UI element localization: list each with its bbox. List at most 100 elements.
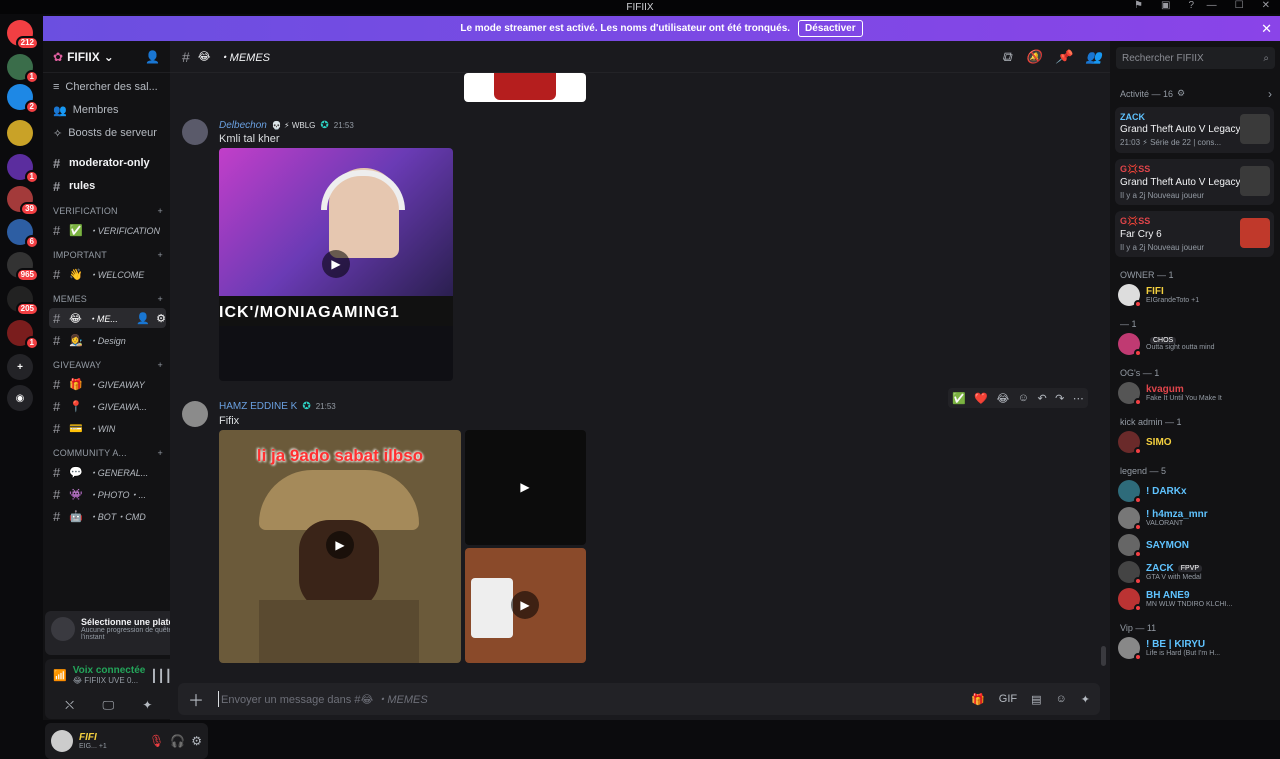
add-channel-icon[interactable]: + (158, 250, 163, 260)
channel-item[interactable]: # 💬 ・GENERAL... (49, 462, 166, 482)
voice-status[interactable]: Voix connectée (73, 665, 146, 676)
add-channel-icon[interactable]: + (158, 206, 163, 216)
threads-icon[interactable]: ⧉ (1002, 49, 1011, 65)
voice-channel[interactable]: 😂 FIFIIX UVE 0... (73, 676, 146, 685)
avatar[interactable] (51, 730, 73, 752)
disable-streamer-button[interactable]: Désactiver (798, 20, 863, 37)
invite-icon[interactable]: 👤 (145, 50, 160, 64)
add-channel-icon[interactable]: + (158, 448, 163, 458)
maximize-button[interactable]: ☐ (1235, 0, 1244, 11)
member-item[interactable]: FIFI EIGrandeToto +1 (1118, 282, 1278, 308)
play-icon[interactable]: ▶ (322, 250, 350, 278)
category-header[interactable]: COMMUNITY A... + (53, 448, 163, 458)
add-channel-icon[interactable]: + (158, 360, 163, 370)
add-attachment-icon[interactable]: ＋ (188, 687, 204, 711)
channel-item[interactable]: # 📍 ・GIVEAWA... (49, 396, 166, 416)
server-icon[interactable]: 1 (7, 154, 39, 184)
help-icon[interactable]: ? (1188, 0, 1194, 11)
reaction-action-icon[interactable]: ↶ (1037, 392, 1046, 405)
gear-icon[interactable]: ⚙ (1177, 88, 1185, 99)
explore-icon[interactable]: ◉ (7, 385, 33, 411)
inbox-icon[interactable]: ▣ (1161, 0, 1170, 11)
channel-item[interactable]: # 🎁 ・GIVEAWAY (49, 374, 166, 394)
author-name[interactable]: Delbechon (219, 120, 267, 131)
channel-item[interactable]: # 👋 ・WELCOME (49, 264, 166, 284)
reaction-action-icon[interactable]: ↷ (1055, 392, 1064, 405)
avatar[interactable] (182, 119, 208, 145)
video-attachment[interactable]: li ja 9ado sabat ilbso ▶ (219, 430, 461, 663)
server-icon[interactable]: 205 (7, 286, 39, 316)
channel-item[interactable]: # 💳 ・WIN (49, 418, 166, 438)
category-header[interactable]: MEMES + (53, 294, 163, 304)
channel-item[interactable]: # 🤖 ・BOT・CMD (49, 506, 166, 526)
video-attachment[interactable]: ▶ (465, 430, 586, 545)
message-composer[interactable]: ＋ Envoyer un message dans #😂 ・MEMES 🎁 GI… (178, 683, 1100, 715)
member-item[interactable]: ! h4mza_mnr VALORANT (1118, 505, 1278, 531)
play-icon[interactable]: ▶ (326, 531, 354, 559)
channel-item[interactable]: # rules (49, 176, 166, 196)
activity-card[interactable]: G💢SS Grand Theft Auto V Legacy Il y a 2j N… (1115, 159, 1274, 205)
category-header[interactable]: GIVEAWAY + (53, 360, 163, 370)
deafen-icon[interactable]: 🎧 (170, 734, 185, 748)
server-icon[interactable]: 2 (7, 84, 39, 114)
search-input[interactable]: Rechercher FIFIIX ⌕ (1116, 47, 1275, 69)
reaction-action-icon[interactable]: ✅ (952, 392, 966, 405)
channel-item[interactable]: # 😂 ・ME... 👤 ⚙ (49, 308, 166, 328)
category-header[interactable]: IMPORTANT + (53, 250, 163, 260)
add-server-icon[interactable]: + (7, 354, 33, 380)
minimize-button[interactable]: — (1207, 0, 1217, 11)
apps-icon[interactable]: ✦ (1081, 693, 1090, 706)
video-attachment[interactable]: ICK'/MONIAGAMING1 ▶ (219, 148, 453, 381)
server-icon[interactable] (7, 120, 33, 146)
gift-icon[interactable]: 🎁 (971, 693, 985, 706)
activity-card[interactable]: G💢SS Far Cry 6 Il y a 2j Nouveau joueur (1115, 211, 1274, 257)
pin-icon[interactable]: 📌 (1056, 49, 1072, 65)
members-list-icon[interactable]: 👥 (1086, 49, 1102, 65)
server-icon[interactable]: 1 (7, 320, 39, 350)
gear-icon[interactable]: ⚙ (156, 312, 166, 325)
sidebar-item[interactable]: ≡ Chercher des sal... (49, 77, 166, 97)
scrollbar[interactable] (1101, 646, 1106, 666)
server-icon[interactable]: 39 (7, 186, 39, 216)
activities-icon[interactable]: ✦ (142, 698, 152, 713)
member-item[interactable]: kvagum Fake It Until You Make It (1118, 380, 1278, 406)
member-item[interactable]: SIMO (1118, 429, 1278, 455)
member-item[interactable]: CHOS Outta sight outta mind (1118, 331, 1278, 357)
chevron-right-icon[interactable]: › (1268, 87, 1272, 101)
server-header[interactable]: ✿ FIFIIX ⌄ 👤 (43, 41, 170, 73)
message-input[interactable]: Envoyer un message dans #😂 ・MEMES (218, 691, 957, 707)
close-window-button[interactable]: ✕ (1262, 0, 1270, 11)
mute-icon[interactable]: 🎙 (149, 734, 164, 748)
video-attachment[interactable]: ▶ (465, 548, 586, 663)
reaction-action-icon[interactable]: ❤️ (974, 392, 988, 405)
flag-icon[interactable]: ⚑ (1134, 0, 1143, 11)
member-item[interactable]: ! DARKx (1118, 478, 1278, 504)
channel-item[interactable]: # moderator-only (49, 153, 166, 173)
screen-share-icon[interactable]: 🖵 (102, 698, 114, 713)
reaction-action-icon[interactable]: ⋯ (1073, 392, 1084, 405)
member-item[interactable]: ! BE | KIRYU Life is Hard (But I'm H... (1118, 635, 1278, 661)
member-item[interactable]: SAYMON (1118, 532, 1278, 558)
emoji-icon[interactable]: ☺ (1056, 693, 1067, 705)
category-header[interactable]: VERIFICATION + (53, 206, 163, 216)
server-icon[interactable]: 212 (7, 20, 39, 50)
gif-icon[interactable]: GIF (999, 693, 1017, 705)
reaction-action-icon[interactable]: 😂 (997, 392, 1010, 405)
sticker-icon[interactable]: ▤ (1031, 693, 1041, 706)
channel-item[interactable]: # 👾 ・PHOTO・... (49, 484, 166, 504)
camera-off-icon[interactable]: ⛌ (65, 698, 74, 713)
play-icon[interactable]: ▶ (511, 591, 539, 619)
channel-item[interactable]: # 👩‍🎨 ・Design (49, 330, 166, 350)
noise-icon[interactable]: ┃┃┃ (150, 669, 172, 683)
author-name[interactable]: HAMZ EDDINE K (219, 401, 297, 412)
close-banner-icon[interactable]: ✕ (1261, 21, 1272, 37)
add-channel-icon[interactable]: + (158, 294, 163, 304)
invite-icon[interactable]: 👤 (136, 312, 150, 325)
channel-item[interactable]: # ✅ ・VERIFICATION (49, 220, 166, 240)
activity-card[interactable]: ZACK Grand Theft Auto V Legacy 21:03 ⚡ Sér… (1115, 107, 1274, 153)
settings-icon[interactable]: ⚙ (191, 734, 202, 748)
server-icon[interactable]: 965 (7, 252, 39, 282)
sidebar-item[interactable]: ✧ Boosts de serveur (49, 123, 166, 143)
server-icon[interactable]: 1 (7, 54, 39, 84)
notification-bell-icon[interactable]: 🔕 (1025, 49, 1041, 65)
